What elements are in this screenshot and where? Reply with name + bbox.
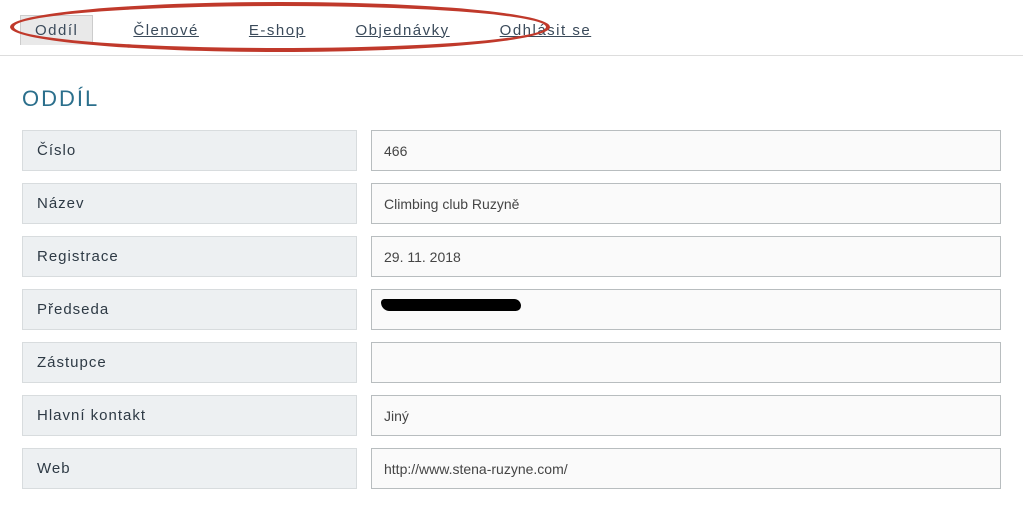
input-predseda[interactable] <box>371 289 1001 330</box>
tab-odhlasit[interactable]: Odhlásit se <box>490 16 602 45</box>
input-registrace[interactable] <box>371 236 1001 277</box>
nav-bar: Oddíl Členové E-shop Objednávky Odhlásit… <box>0 0 1023 56</box>
label-predseda: Předseda <box>22 289 357 330</box>
input-cislo[interactable] <box>371 130 1001 171</box>
input-hlavni-kontakt[interactable] <box>371 395 1001 436</box>
input-nazev[interactable] <box>371 183 1001 224</box>
tab-clenove[interactable]: Členové <box>123 16 209 45</box>
input-zastupce[interactable] <box>371 342 1001 383</box>
nav-tabs: Oddíl Členové E-shop Objednávky Odhlásit… <box>20 15 1003 45</box>
form-table: Číslo Název Registrace Předseda Zástupce <box>22 130 1001 489</box>
row-cislo: Číslo <box>22 130 1001 171</box>
row-predseda: Předseda <box>22 289 1001 330</box>
row-hlavni-kontakt: Hlavní kontakt <box>22 395 1001 436</box>
tab-objednavky[interactable]: Objednávky <box>345 16 459 45</box>
row-web: Web <box>22 448 1001 489</box>
label-hlavni-kontakt: Hlavní kontakt <box>22 395 357 436</box>
input-web[interactable] <box>371 448 1001 489</box>
row-registrace: Registrace <box>22 236 1001 277</box>
tab-eshop[interactable]: E-shop <box>239 16 316 45</box>
page-title: ODDÍL <box>22 86 1001 112</box>
tab-oddil[interactable]: Oddíl <box>20 15 93 45</box>
row-zastupce: Zástupce <box>22 342 1001 383</box>
label-web: Web <box>22 448 357 489</box>
main-content: ODDÍL Číslo Název Registrace Předseda <box>0 56 1023 511</box>
label-cislo: Číslo <box>22 130 357 171</box>
row-nazev: Název <box>22 183 1001 224</box>
label-nazev: Název <box>22 183 357 224</box>
label-zastupce: Zástupce <box>22 342 357 383</box>
label-registrace: Registrace <box>22 236 357 277</box>
